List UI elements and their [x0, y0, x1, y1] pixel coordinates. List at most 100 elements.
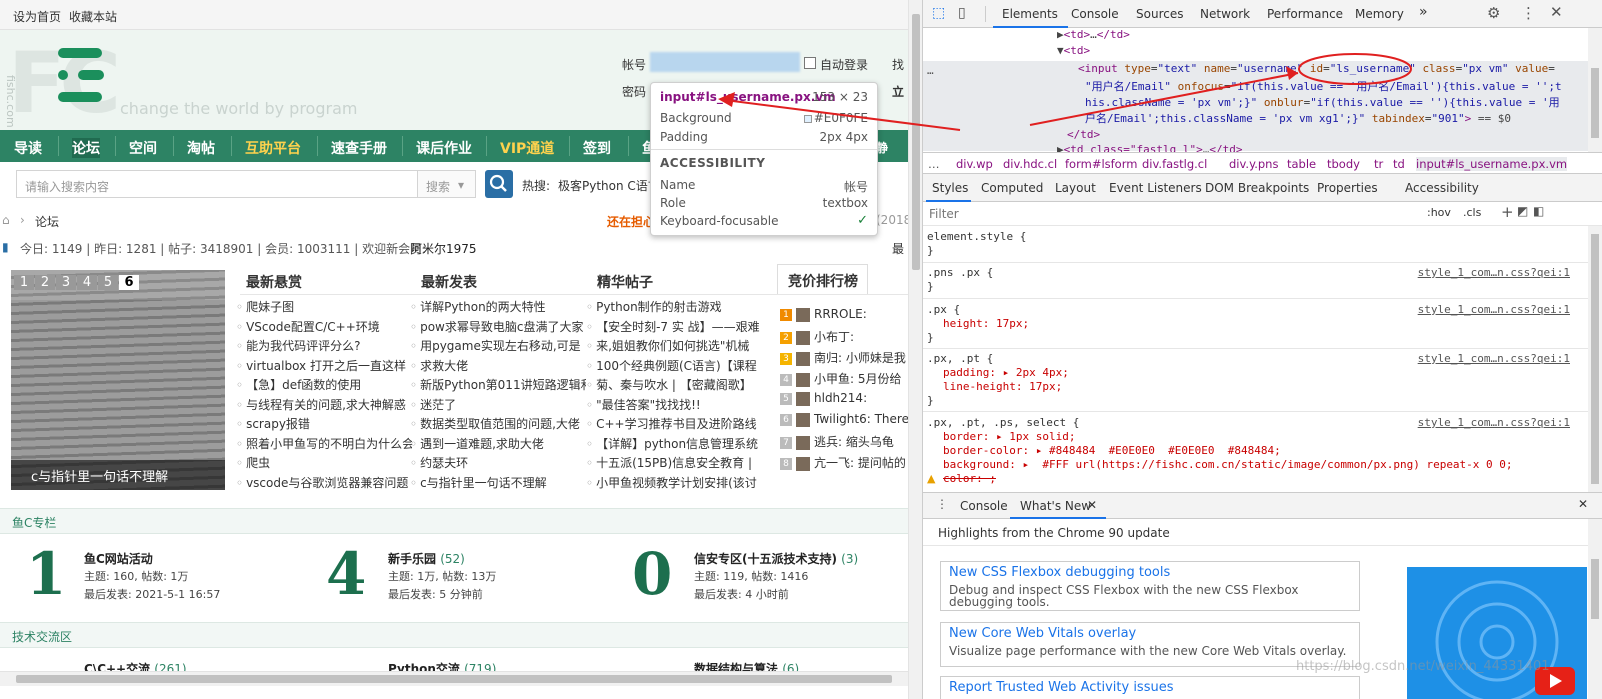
drawer-menu-icon[interactable]: ⋮: [936, 497, 948, 511]
list-item[interactable]: 与线程有关的问题,求大神解惑: [236, 396, 412, 413]
tab-memory[interactable]: Memory: [1355, 7, 1404, 21]
list-item[interactable]: C++学习推荐书目及进阶路线: [586, 415, 762, 432]
slider-page[interactable]: 2: [35, 275, 55, 290]
list-item[interactable]: 用pygame实现左右移动,可是: [410, 337, 586, 354]
ranking-item[interactable]: 1 RRROLE:: [780, 307, 908, 322]
list-item[interactable]: 照着小甲鱼写的不明白为什么会: [236, 435, 412, 452]
dom-tree[interactable]: ▶<td>…</td> ▼<td> … <input type="text" n…: [923, 28, 1588, 152]
tab-network[interactable]: Network: [1200, 7, 1250, 21]
crumb-item-active[interactable]: input#ls_username.px.vm: [1416, 157, 1568, 171]
list-item[interactable]: 能为我代码评评分么?: [236, 337, 412, 354]
notice-text[interactable]: 还在担心: [607, 213, 655, 230]
subtab-styles[interactable]: Styles: [932, 181, 968, 195]
stylesheet-link[interactable]: style_1_com…n.css?qei:1: [1418, 352, 1570, 365]
list-item[interactable]: 新版Python第011讲短路逻辑和: [410, 376, 586, 393]
tab-sources[interactable]: Sources: [1136, 7, 1183, 21]
stylesheet-link[interactable]: style_1_com…n.css?qei:1: [1418, 303, 1570, 316]
drawer-tab-console[interactable]: Console: [960, 499, 1008, 513]
crumb-item[interactable]: div.hdc.cl: [1003, 157, 1057, 171]
auto-login-checkbox[interactable]: [804, 57, 816, 69]
crumb-item[interactable]: div.y.pns: [1229, 157, 1278, 171]
whats-new-card[interactable]: New CSS Flexbox debugging tools Debug an…: [940, 561, 1360, 611]
forum-newbie-title[interactable]: 新手乐园 (52): [388, 550, 465, 567]
device-toggle-icon[interactable]: ▯: [958, 5, 966, 21]
crumb-item[interactable]: tbody: [1327, 157, 1360, 171]
nav-forum[interactable]: 论坛: [72, 138, 100, 158]
close-tab-icon[interactable]: ✕: [1087, 498, 1097, 512]
avatar[interactable]: [796, 435, 810, 450]
forum-icon-newbie[interactable]: 4: [326, 540, 366, 608]
crumb-item[interactable]: table: [1287, 157, 1316, 171]
list-item[interactable]: 约瑟夫环: [410, 454, 586, 471]
nav-homework[interactable]: 课后作业: [416, 138, 472, 158]
avatar[interactable]: [796, 351, 810, 366]
nav-checkin[interactable]: 签到: [583, 138, 611, 158]
tab-ranking[interactable]: 竞价排行榜: [777, 264, 868, 294]
list-item[interactable]: "最佳答案"找找找!!: [586, 396, 762, 413]
hov-button[interactable]: :hov: [1427, 206, 1451, 219]
styles-pane[interactable]: element.style { } .pns .px { style_1_com…: [923, 226, 1588, 492]
list-item[interactable]: 【详解】python信息管理系统: [586, 435, 762, 452]
tab-elements[interactable]: Elements: [1002, 7, 1058, 21]
inspect-element-icon[interactable]: ⬚: [932, 5, 945, 21]
whats-new-card[interactable]: Report Trusted Web Activity issues: [940, 676, 1360, 699]
forum-icon-activity[interactable]: 1: [26, 540, 66, 608]
avatar[interactable]: [796, 412, 810, 427]
list-item[interactable]: 小甲鱼视频教学计划安排(该讨: [586, 474, 762, 491]
bookmark-link[interactable]: 收藏本站: [69, 8, 117, 25]
list-item[interactable]: virtualbox 打开之后一直这样: [236, 357, 412, 374]
styles-scrollbar[interactable]: [1588, 226, 1602, 492]
list-item[interactable]: 迷茫了: [410, 396, 586, 413]
breadcrumb-forum[interactable]: 论坛: [35, 213, 59, 230]
section-header-fishc[interactable]: 鱼C专栏: [0, 508, 908, 534]
nav-space[interactable]: 空间: [129, 138, 157, 158]
list-item[interactable]: 数据类型取值范围的问题,大佬: [410, 415, 586, 432]
cls-button[interactable]: .cls: [1463, 206, 1481, 219]
username-input[interactable]: [650, 52, 800, 72]
avatar[interactable]: [796, 330, 810, 345]
search-scope-select[interactable]: 搜索 ▾: [418, 170, 476, 198]
list-item[interactable]: 【安全时刻-7 实 战】——艰难: [586, 318, 762, 335]
subtab-computed[interactable]: Computed: [981, 181, 1043, 195]
login-button[interactable]: 立: [892, 83, 904, 100]
nav-help[interactable]: 互助平台: [245, 138, 301, 158]
nav-guide[interactable]: 导读: [14, 138, 42, 158]
list-item[interactable]: 详解Python的两大特性: [410, 298, 586, 315]
list-item[interactable]: 【急】def函数的使用: [236, 376, 412, 393]
stylesheet-link[interactable]: style_1_com…n.css?qei:1: [1418, 416, 1570, 429]
ranking-item[interactable]: 7 逃兵: 缩头乌龟: [780, 433, 908, 450]
video-thumbnail[interactable]: [1407, 567, 1587, 699]
ranking-item[interactable]: 5 hldh214:: [780, 391, 908, 406]
list-item[interactable]: pow求幂导致电脑c盘满了大家: [410, 318, 586, 335]
nav-vip[interactable]: VIP通道: [500, 138, 554, 158]
list-item[interactable]: 遇到一道难题,求助大佬: [410, 435, 586, 452]
subtab-properties[interactable]: Properties: [1317, 181, 1378, 195]
styles-filter-input[interactable]: [927, 205, 1417, 223]
toggle-sidebar-icon[interactable]: ◧: [1533, 204, 1544, 218]
section-header-tech[interactable]: 技术交流区: [0, 622, 908, 648]
forum-security-title[interactable]: 信安专区(十五派技术支持) (3): [694, 550, 858, 567]
avatar[interactable]: [796, 307, 810, 322]
slider-page-active[interactable]: 6: [119, 275, 139, 290]
crumb-item[interactable]: div.wp: [956, 157, 993, 171]
nav-manual[interactable]: 速查手册: [331, 138, 387, 158]
slider-image[interactable]: c与指针里一句话不理解: [11, 270, 225, 490]
list-item[interactable]: 十五派(15PB)信息安全教育 |: [586, 454, 762, 471]
close-icon[interactable]: ✕: [1550, 3, 1563, 21]
list-item[interactable]: 100个经典例题(C语言)【课程: [586, 357, 762, 374]
new-member-link[interactable]: 阿米尔1975: [410, 240, 477, 257]
ranking-item[interactable]: 6 Twilight6: There: [780, 412, 908, 427]
avatar[interactable]: [796, 372, 810, 387]
page-horizontal-scrollbar[interactable]: [0, 671, 908, 686]
subtab-accessibility[interactable]: Accessibility: [1405, 181, 1479, 195]
list-item[interactable]: 菊、秦与吹水 | 【密藏阁歌】: [586, 376, 762, 393]
close-drawer-icon[interactable]: ✕: [1578, 497, 1588, 511]
drawer-scrollbar[interactable]: [1588, 519, 1602, 699]
slider-page[interactable]: 4: [77, 275, 97, 290]
stylesheet-link[interactable]: style_1_com…n.css?qei:1: [1418, 266, 1570, 279]
subtab-layout[interactable]: Layout: [1055, 181, 1096, 195]
ranking-item[interactable]: 4 小甲鱼: 5月份给: [780, 370, 908, 387]
drawer-tab-whats-new[interactable]: What's New: [1020, 499, 1091, 513]
tab-performance[interactable]: Performance: [1267, 7, 1343, 21]
forum-icon-security[interactable]: 0: [632, 540, 672, 608]
